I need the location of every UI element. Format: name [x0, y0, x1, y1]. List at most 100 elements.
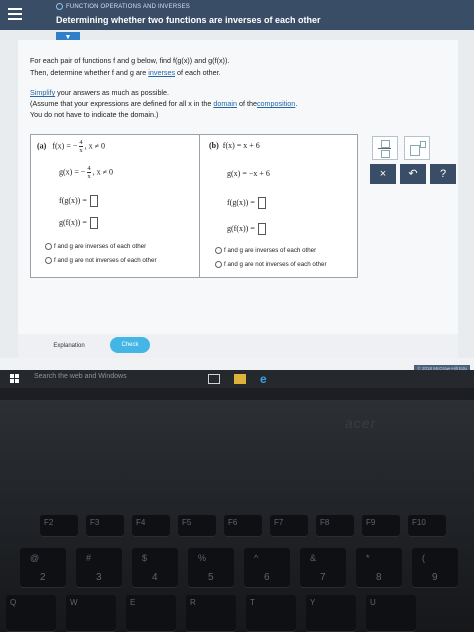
- composition-link[interactable]: composition: [257, 99, 295, 108]
- radio-button[interactable]: [45, 257, 52, 264]
- part-b-fog: f(g(x)) =: [227, 197, 266, 209]
- key-f6-label: F6: [228, 518, 238, 527]
- key-f5-label: F5: [182, 518, 192, 527]
- exponent-box-icon: [420, 141, 426, 148]
- numerator-box-icon: [381, 140, 390, 148]
- key-q: Q: [6, 595, 56, 632]
- answer-input[interactable]: [89, 217, 98, 229]
- undo-button[interactable]: ↶: [400, 164, 426, 184]
- radio-button[interactable]: [215, 261, 222, 268]
- key-f6: F6: [224, 515, 262, 537]
- clear-button[interactable]: ×: [370, 164, 396, 184]
- simplify-line: Simplify your answers as much as possibl…: [30, 88, 170, 97]
- problem-box: (a) f(x) = − 4x , x ≠ 0 g(x) = − 4x , x …: [30, 134, 358, 278]
- action-bar: Explanation Check: [18, 334, 458, 358]
- part-b-option-inverse[interactable]: f and g are inverses of each other: [215, 247, 316, 254]
- part-a-option-inverse[interactable]: f and g are inverses of each other: [45, 243, 146, 250]
- key-f8: F8: [316, 515, 354, 537]
- key-4-number: 4: [152, 572, 158, 583]
- key-e-label: E: [130, 598, 136, 607]
- help-button[interactable]: ?: [430, 164, 456, 184]
- key-f4-label: F4: [136, 518, 146, 527]
- breadcrumb: FUNCTION OPERATIONS AND INVERSES: [56, 3, 190, 10]
- base-box-icon: [410, 145, 420, 156]
- key-6-number: 6: [264, 572, 270, 583]
- windows-taskbar: Search the web and Windows e: [0, 370, 474, 388]
- part-a-fog: f(g(x)) =: [59, 195, 98, 207]
- key-f2: F2: [40, 515, 78, 537]
- simplify-link[interactable]: Simplify: [30, 88, 55, 97]
- key-3-symbol: #: [86, 553, 92, 563]
- menu-icon[interactable]: [8, 8, 22, 20]
- radio-button[interactable]: [215, 247, 222, 254]
- fraction: 4x: [79, 139, 83, 154]
- denominator-box-icon: [381, 150, 390, 158]
- key-u: U: [366, 595, 416, 632]
- part-a-f: (a) f(x) = − 4x , x ≠ 0: [37, 139, 105, 154]
- part-b-f: (b) f(x) = x + 6: [209, 141, 260, 150]
- key-5-number: 5: [208, 572, 214, 583]
- key-y-label: Y: [310, 598, 316, 607]
- key-4-symbol: $: [142, 553, 148, 563]
- key-f7: F7: [270, 515, 308, 537]
- key-f9: F9: [362, 515, 400, 537]
- fraction: 4x: [87, 165, 91, 180]
- laptop-brand-logo: acer: [345, 415, 377, 431]
- edge-browser-icon[interactable]: e: [260, 373, 272, 385]
- problem-content: For each pair of functions f and g below…: [18, 40, 458, 358]
- key-f8-label: F8: [320, 518, 330, 527]
- key-f7-label: F7: [274, 518, 284, 527]
- inverses-link[interactable]: inverses: [148, 68, 175, 77]
- key-f10-label: F10: [412, 518, 426, 527]
- key-f4: F4: [132, 515, 170, 537]
- page-title: Determining whether two functions are in…: [56, 15, 321, 25]
- key-f3: F3: [86, 515, 124, 537]
- no-domain-line: You do not have to indicate the domain.): [30, 110, 159, 119]
- part-a-g: g(x) = − 4x , x ≠ 0: [59, 165, 113, 180]
- exponent-tool-button[interactable]: [404, 136, 430, 160]
- key-3-number: 3: [96, 572, 102, 583]
- task-view-icon[interactable]: [208, 374, 220, 384]
- key-w-label: W: [70, 598, 78, 607]
- domain-link[interactable]: domain: [213, 99, 237, 108]
- column-divider: [199, 135, 200, 277]
- answer-input[interactable]: [89, 195, 98, 207]
- taskbar-search-input[interactable]: Search the web and Windows: [34, 373, 127, 380]
- key-w: W: [66, 595, 116, 632]
- key-e: E: [126, 595, 176, 632]
- math-toolbar: × ↶ ?: [364, 134, 458, 188]
- key-8-number: 8: [376, 572, 382, 583]
- instruction-line-2: Then, determine whether f and g are inve…: [30, 68, 221, 77]
- windows-start-icon[interactable]: [10, 374, 20, 384]
- key-8-symbol: *: [366, 553, 370, 563]
- key-u-label: U: [370, 598, 376, 607]
- part-b-gof: g(f(x)) =: [227, 223, 266, 235]
- key-f5: F5: [178, 515, 216, 537]
- answer-input[interactable]: [257, 197, 266, 209]
- file-explorer-icon[interactable]: [234, 374, 246, 384]
- key-t-label: T: [250, 598, 255, 607]
- key-r-label: R: [190, 598, 196, 607]
- radio-button[interactable]: [45, 243, 52, 250]
- key-q-label: Q: [10, 598, 17, 607]
- part-a-option-not-inverse[interactable]: f and g are not inverses of each other: [45, 257, 157, 264]
- key-9-number: 9: [432, 572, 438, 583]
- instruction-line-1: For each pair of functions f and g below…: [30, 56, 230, 65]
- key-f3-label: F3: [90, 518, 100, 527]
- answer-input[interactable]: [257, 223, 266, 235]
- key-f2-label: F2: [44, 518, 54, 527]
- key-f9-label: F9: [366, 518, 376, 527]
- part-b-g: g(x) = −x + 6: [227, 169, 270, 178]
- check-button[interactable]: Check: [110, 337, 150, 353]
- explanation-button[interactable]: Explanation: [46, 339, 92, 353]
- part-b-option-not-inverse[interactable]: f and g are not inverses of each other: [215, 261, 327, 268]
- key-5-symbol: %: [198, 553, 207, 563]
- key-2-number: 2: [40, 572, 46, 583]
- part-a-gof: g(f(x)) =: [59, 217, 98, 229]
- key-y: Y: [306, 595, 356, 632]
- laptop-keyboard: acer F2 F3 F4 F5 F6 F7 F8 F9 F10 2 @3 #4 $5% 6 ^ 7 & 8 * 9 (…: [0, 400, 474, 632]
- fraction-tool-button[interactable]: [372, 136, 398, 160]
- key-7-number: 7: [320, 572, 326, 583]
- key-9-symbol: (: [422, 553, 425, 563]
- key-r: R: [186, 595, 236, 632]
